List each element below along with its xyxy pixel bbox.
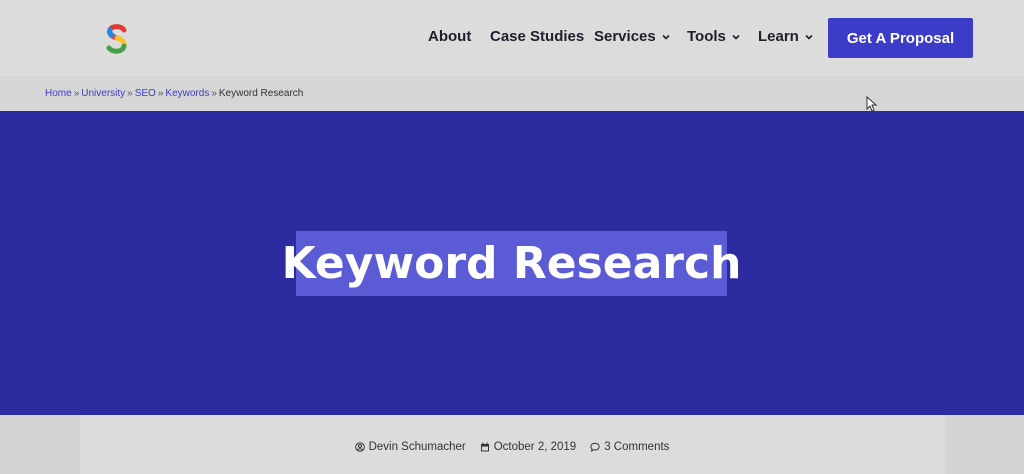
get-proposal-button[interactable]: Get A Proposal: [828, 18, 973, 58]
breadcrumb-separator: »: [73, 88, 80, 99]
breadcrumb-seo[interactable]: SEO: [135, 88, 156, 99]
breadcrumb-separator: »: [211, 88, 217, 99]
site-logo[interactable]: [104, 22, 130, 56]
breadcrumb-keywords[interactable]: Keywords: [165, 88, 209, 99]
breadcrumb-home[interactable]: Home: [45, 88, 72, 99]
nav-tools[interactable]: Tools: [687, 28, 740, 45]
breadcrumb-separator: »: [127, 88, 133, 99]
nav-learn-label: Learn: [758, 28, 799, 45]
nav-tools-label: Tools: [687, 28, 726, 45]
nav-about[interactable]: About: [428, 28, 471, 45]
page-title: Keyword Research: [281, 238, 742, 289]
breadcrumb-university[interactable]: University: [81, 88, 125, 99]
hero-title-highlight: Keyword Research: [282, 231, 741, 296]
nav-services[interactable]: Services: [594, 28, 670, 45]
post-comments-count: 3 Comments: [604, 441, 670, 453]
chevron-down-icon: [805, 34, 813, 40]
post-date-text: October 2, 2019: [493, 441, 577, 453]
calendar-icon: [480, 442, 489, 452]
post-meta: Devin Schumacher October 2, 2019 3 Comme…: [0, 441, 1024, 453]
post-date: October 2, 2019: [480, 441, 576, 453]
breadcrumb-separator: »: [157, 88, 164, 99]
post-author[interactable]: Devin Schumacher: [354, 441, 466, 453]
chevron-down-icon: [662, 34, 670, 40]
nav-services-label: Services: [594, 28, 656, 45]
site-header: About Case Studies Services Tools Learn …: [0, 0, 1024, 76]
nav-learn[interactable]: Learn: [758, 28, 813, 45]
nav-about-label: About: [428, 28, 472, 45]
breadcrumb-current: Keyword Research: [218, 88, 304, 99]
mouse-cursor-icon: [866, 96, 878, 112]
user-icon: [354, 442, 365, 452]
nav-case-studies[interactable]: Case Studies: [490, 28, 584, 45]
chevron-down-icon: [732, 34, 740, 40]
breadcrumb: Home» University» SEO» Keywords» Keyword Res…: [45, 88, 303, 99]
post-comments[interactable]: 3 Comments: [590, 441, 669, 453]
nav-case-studies-label: Case Studies: [490, 28, 585, 45]
post-author-name: Devin Schumacher: [368, 441, 466, 453]
comment-icon: [590, 442, 600, 452]
